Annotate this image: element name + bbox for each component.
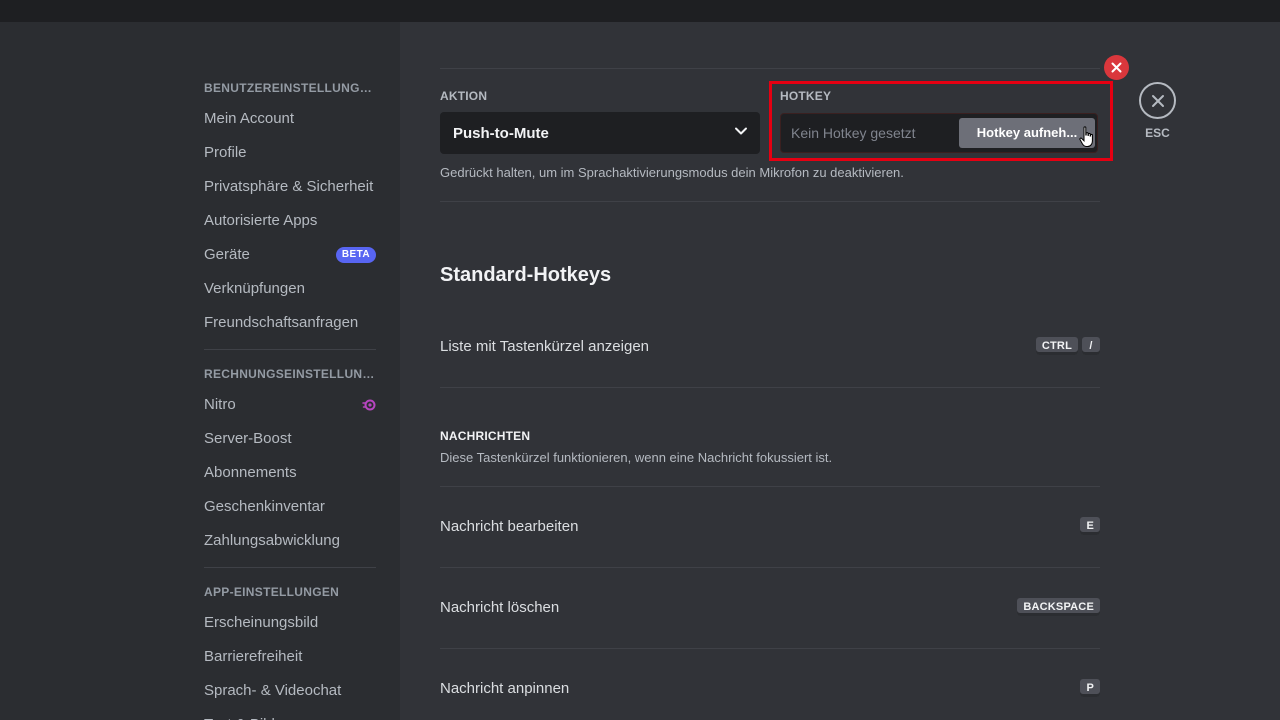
sidebar-item-nitro[interactable]: Nitro <box>196 388 384 422</box>
chevron-down-icon <box>734 124 748 142</box>
sidebar-item-label: Server-Boost <box>204 430 292 447</box>
shortcut-keys: CTRL / <box>1035 337 1100 355</box>
settings-content: Aktion Push-to-Mute Hotkey Kein Hotkey g… <box>400 22 1280 720</box>
shortcut-label: Liste mit Tastenkürzel anzeigen <box>440 338 650 355</box>
divider <box>440 648 1100 649</box>
sidebar-item-label: Erscheinungsbild <box>204 614 319 631</box>
key-cap: / <box>1082 337 1100 355</box>
nav-header-app-settings: App-Einstellungen <box>204 585 340 599</box>
shortcut-keys: BACKSPACE <box>1017 598 1100 616</box>
sidebar-item-billing[interactable]: Zahlungsabwicklung <box>196 524 384 558</box>
highlight-frame <box>769 81 1113 161</box>
section-title: Standard-Hotkeys <box>440 264 612 286</box>
sidebar-item-server-boost[interactable]: Server-Boost <box>196 422 384 456</box>
close-icon <box>1151 94 1164 107</box>
sidebar-item-connections[interactable]: Verknüpfungen <box>196 272 384 306</box>
divider <box>440 486 1100 487</box>
divider <box>440 387 1100 388</box>
sidebar-item-label: Zahlungsabwicklung <box>204 532 340 549</box>
sidebar-item-label: Sprach- & Videochat <box>204 682 342 699</box>
close-settings-button[interactable] <box>1139 82 1176 119</box>
action-select[interactable]: Push-to-Mute <box>440 112 760 154</box>
sidebar-item-label: Mein Account <box>204 110 295 127</box>
sidebar-item-label: Profile <box>204 144 247 161</box>
sidebar-item-label: Abonnements <box>204 464 297 481</box>
sidebar-item-friend-requests[interactable]: Freundschaftsanfragen <box>196 306 384 340</box>
nav-header-billing-settings: Rechnungseinstellungen <box>204 367 384 381</box>
shortcut-keys: P <box>1080 679 1100 697</box>
sidebar-item-label: Freundschaftsanfragen <box>204 314 359 331</box>
esc-label: ESC <box>1145 126 1170 140</box>
sidebar-item-label: Nitro <box>204 396 236 413</box>
hand-cursor-icon <box>1079 126 1093 147</box>
settings-nav: Benutzereinstellungen Mein Account Profi… <box>196 74 384 720</box>
beta-badge: BETA <box>335 247 376 263</box>
sidebar-item-authorized-apps[interactable]: Autorisierte Apps <box>196 204 384 238</box>
sidebar-item-label: Text & Bilder <box>204 708 288 720</box>
keybind-description: Gedrückt halten, um im Sprachaktivierung… <box>440 165 904 180</box>
sidebar-item-label: Geräte <box>204 246 250 263</box>
sidebar-item-label: Geschenkinventar <box>204 498 325 515</box>
sidebar-item-appearance[interactable]: Erscheinungsbild <box>196 606 384 640</box>
divider <box>440 201 1100 202</box>
nav-divider <box>204 349 376 350</box>
sidebar-item-profiles[interactable]: Profile <box>196 136 384 170</box>
sidebar-item-privacy-safety[interactable]: Privatsphäre & Sicherheit <box>196 170 384 204</box>
window-titlebar <box>0 0 1280 22</box>
key-cap: E <box>1080 517 1100 535</box>
key-cap: CTRL <box>1035 337 1078 355</box>
messages-header: Nachrichten <box>440 429 531 443</box>
sidebar-item-my-account[interactable]: Mein Account <box>196 102 384 136</box>
sidebar-item-text-images[interactable]: Text & Bilder <box>196 708 384 720</box>
settings-sidebar: Benutzereinstellungen Mein Account Profi… <box>0 22 400 720</box>
sidebar-item-devices[interactable]: Geräte BETA <box>196 238 384 272</box>
divider <box>440 567 1100 568</box>
sidebar-item-subscriptions[interactable]: Abonnements <box>196 456 384 490</box>
shortcut-label: Nachricht bearbeiten <box>440 518 579 535</box>
key-cap: P <box>1080 679 1100 697</box>
sidebar-item-accessibility[interactable]: Barrierefreiheit <box>196 640 384 674</box>
messages-description: Diese Tastenkürzel funktionieren, wenn e… <box>440 450 833 465</box>
action-select-value: Push-to-Mute <box>453 124 549 142</box>
close-icon <box>1111 62 1122 73</box>
sidebar-item-label: Verknüpfungen <box>204 280 305 297</box>
nav-header-user-settings: Benutzereinstellungen <box>204 81 377 95</box>
shortcut-label: Nachricht anpinnen <box>440 680 570 697</box>
divider <box>440 68 1100 69</box>
sidebar-item-label: Autorisierte Apps <box>204 212 318 229</box>
action-label: Aktion <box>440 89 488 103</box>
sidebar-item-label: Privatsphäre & Sicherheit <box>204 178 374 195</box>
sidebar-item-gift-inventory[interactable]: Geschenkinventar <box>196 490 384 524</box>
shortcut-label: Nachricht löschen <box>440 599 560 616</box>
sidebar-item-label: Barrierefreiheit <box>204 648 303 665</box>
nitro-icon <box>362 398 376 412</box>
sidebar-item-voice-video[interactable]: Sprach- & Videochat <box>196 674 384 708</box>
remove-keybind-button[interactable] <box>1104 55 1129 80</box>
shortcut-keys: E <box>1080 517 1100 535</box>
nav-divider <box>204 567 376 568</box>
key-cap: BACKSPACE <box>1017 598 1100 616</box>
